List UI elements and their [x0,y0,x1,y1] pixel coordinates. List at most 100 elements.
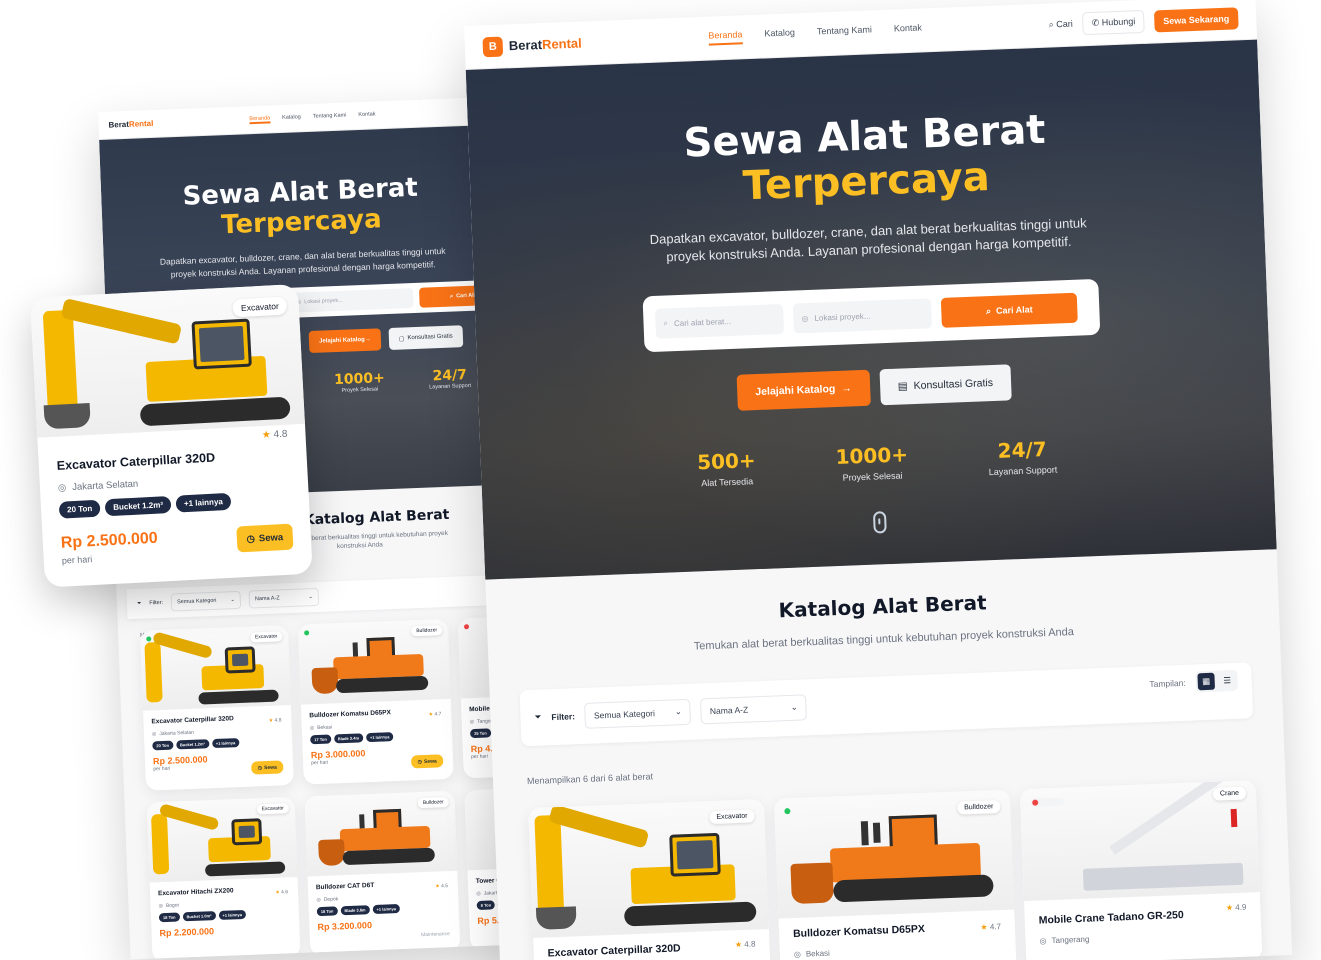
explore-button[interactable]: Jelajahi Katalog → [308,328,382,354]
consult-label: Konsultasi Gratis [913,377,994,393]
product-card[interactable]: Bulldozer Bulldozer Komatsu D65PX ★ 4.7 … [297,618,454,785]
status-dot [784,808,791,815]
product-image: Bulldozer [773,789,1015,919]
brand-logo[interactable]: Berat Rental [108,119,153,130]
crane-image [1080,780,1253,896]
featured-product-image: Excavator [30,283,305,438]
scroll-mouse-icon[interactable] [872,511,887,534]
product-image: Excavator [139,625,291,711]
main-hero: Sewa Alat Berat Terpercaya Dapatkan exca… [465,39,1277,580]
star-icon: ★ [734,940,743,950]
sort-select[interactable]: Nama A-Z ⌄ [700,694,808,725]
product-rating: ★ 4.8 [735,939,756,949]
filter-icon: ⏷ [136,600,142,607]
rent-button[interactable]: ◷ Sewa [236,523,294,553]
nav-link-tentang[interactable]: Tentang Kami [313,112,347,121]
product-image: Crane [1019,780,1260,902]
location-text: Tangerang [1051,934,1090,946]
spec-chip: 18 Ton [158,912,180,923]
excavator-image [30,292,305,438]
sort-select[interactable]: Nama A-Z ⌄ [248,588,320,609]
category-select[interactable]: Semua Kategori ⌄ [584,698,692,729]
spec-chip: Bucket 1.2m³ [104,495,172,517]
rating-value: 4.7 [434,711,442,718]
stat-support: 24/7 Layanan Support [987,437,1058,477]
map-pin-icon: ◎ [793,949,802,960]
calendar-icon: ▤ [897,380,908,393]
star-icon: ★ [268,717,274,724]
catalog-title: Katalog Alat Berat [303,506,450,529]
brand-name: Berat [108,119,130,130]
stat-support: 24/7 Layanan Support [428,367,471,390]
contact-button[interactable]: ✆ Hubungi [1082,9,1145,36]
consult-button[interactable]: ▢ Konsultasi Gratis [388,325,464,351]
product-card[interactable]: Excavator Excavator Hitachi ZX200 ★ 4.6 … [146,796,301,960]
nav-link-katalog[interactable]: Katalog [764,27,795,43]
nav-link-katalog[interactable]: Katalog [282,114,301,123]
search-equipment-button[interactable]: ⌕ Cari Alat [940,292,1078,329]
hero-subtitle: Dapatkan excavator, bulldozer, crane, da… [159,245,446,279]
rent-now-button[interactable]: Sewa Sekarang [1153,6,1239,32]
arrow-right-icon: → [841,382,853,396]
product-card[interactable]: Bulldozer Bulldozer Komatsu D65PX ★ 4.7 … [773,789,1017,960]
location-placeholder: Lokasi proyek... [814,311,871,323]
nav-link-kontak[interactable]: Kontak [358,111,375,120]
spec-chip: Blade 3.4m [333,733,364,744]
spec-chip: 20 Ton [152,740,174,751]
spec-chip: 20 Ton [58,499,101,519]
map-pin-icon: ◎ [57,482,67,494]
product-card[interactable]: Crane Mobile Crane Tadano GR-250 ★ 4.9 ◎… [1019,780,1263,960]
rating-value: 4.6 [281,889,289,896]
sort-value: Nama A-Z [254,595,280,603]
product-card[interactable]: Excavator Excavator Caterpillar 320D ★ 4… [528,799,771,960]
product-card[interactable]: Bulldozer Bulldozer CAT D6T ★ 4.5 ◎ Depo… [304,790,461,957]
nav-link-kontak[interactable]: Kontak [894,22,923,38]
product-price: Rp 2.200.000 [159,926,215,939]
rent-button[interactable]: ◷ Sewa [251,760,284,775]
location-text: Bogor [165,902,180,909]
spec-chip: Bucket 1.2m³ [175,739,210,750]
free-consultation-button[interactable]: ▤ Konsultasi Gratis [879,364,1012,406]
nav-search[interactable]: ⌕ Cari [1048,19,1072,31]
grid-view-icon[interactable]: ▦ [1197,673,1216,691]
location-text: Depok [323,896,339,903]
explore-catalog-button[interactable]: Jelajahi Katalog → [736,369,871,412]
brand-logo[interactable]: B BeratRental [482,33,582,57]
product-image: Bulldozer [304,790,458,877]
brand-name-accent: Rental [541,35,583,53]
equipment-search-input[interactable]: ⌕ Cari alat berat... [655,304,785,340]
star-icon: ★ [435,883,440,890]
product-rating: ★ 4.8 [262,429,288,441]
catalog-subtitle: Temukan alat berat berkualitas tinggi un… [693,626,1075,653]
search-icon: ⌕ [985,305,992,316]
spec-chip: Blade 3.6m [340,905,370,916]
product-title: Mobile Crane Tadano GR-250 [1038,909,1184,927]
location-input[interactable]: ◎ Lokasi proyek... [792,298,932,334]
bulldozer-image [308,633,440,702]
product-title: Bulldozer Komatsu D65PX [792,922,926,941]
product-title: Excavator Caterpillar 320D [56,450,216,473]
rent-button[interactable]: ◷ Sewa [410,754,444,769]
view-label: Tampilan: [1149,677,1186,690]
nav-link-beranda[interactable]: Beranda [708,29,743,46]
spec-chip: +1 lainnya [372,903,401,915]
phone-icon: ✆ [1091,17,1100,28]
filter-label: Filter: [149,600,164,607]
location-text: Jakarta Selatan [159,729,195,738]
spec-chip: +1 lainnya [218,909,247,920]
spec-chip: +1 lainnya [175,492,232,513]
spec-chips: 20 Ton Bucket 1.2m³ +1 lainnya [58,490,292,519]
category-select[interactable]: Semua Kategori ⌄ [170,591,242,612]
location-text: Jakarta Selatan [71,478,139,494]
location-field[interactable]: ◎ Lokasi proyek... [291,288,414,313]
star-icon: ★ [261,429,272,442]
product-location: ◎ Bekasi [794,942,1002,959]
chevron-down-icon: ⌄ [230,597,236,604]
spec-chip: 8 Ton [476,900,496,911]
featured-product-card[interactable]: Excavator ★ 4.8 Excavator Caterpillar 32… [30,283,313,588]
product-rating: ★ 4.6 [275,889,288,895]
nav-link-beranda[interactable]: Beranda [249,114,271,124]
product-card[interactable]: Excavator Excavator Caterpillar 320D ★ 4… [139,625,294,791]
nav-link-tentang[interactable]: Tentang Kami [817,24,873,41]
list-view-icon[interactable]: ☰ [1218,672,1236,690]
